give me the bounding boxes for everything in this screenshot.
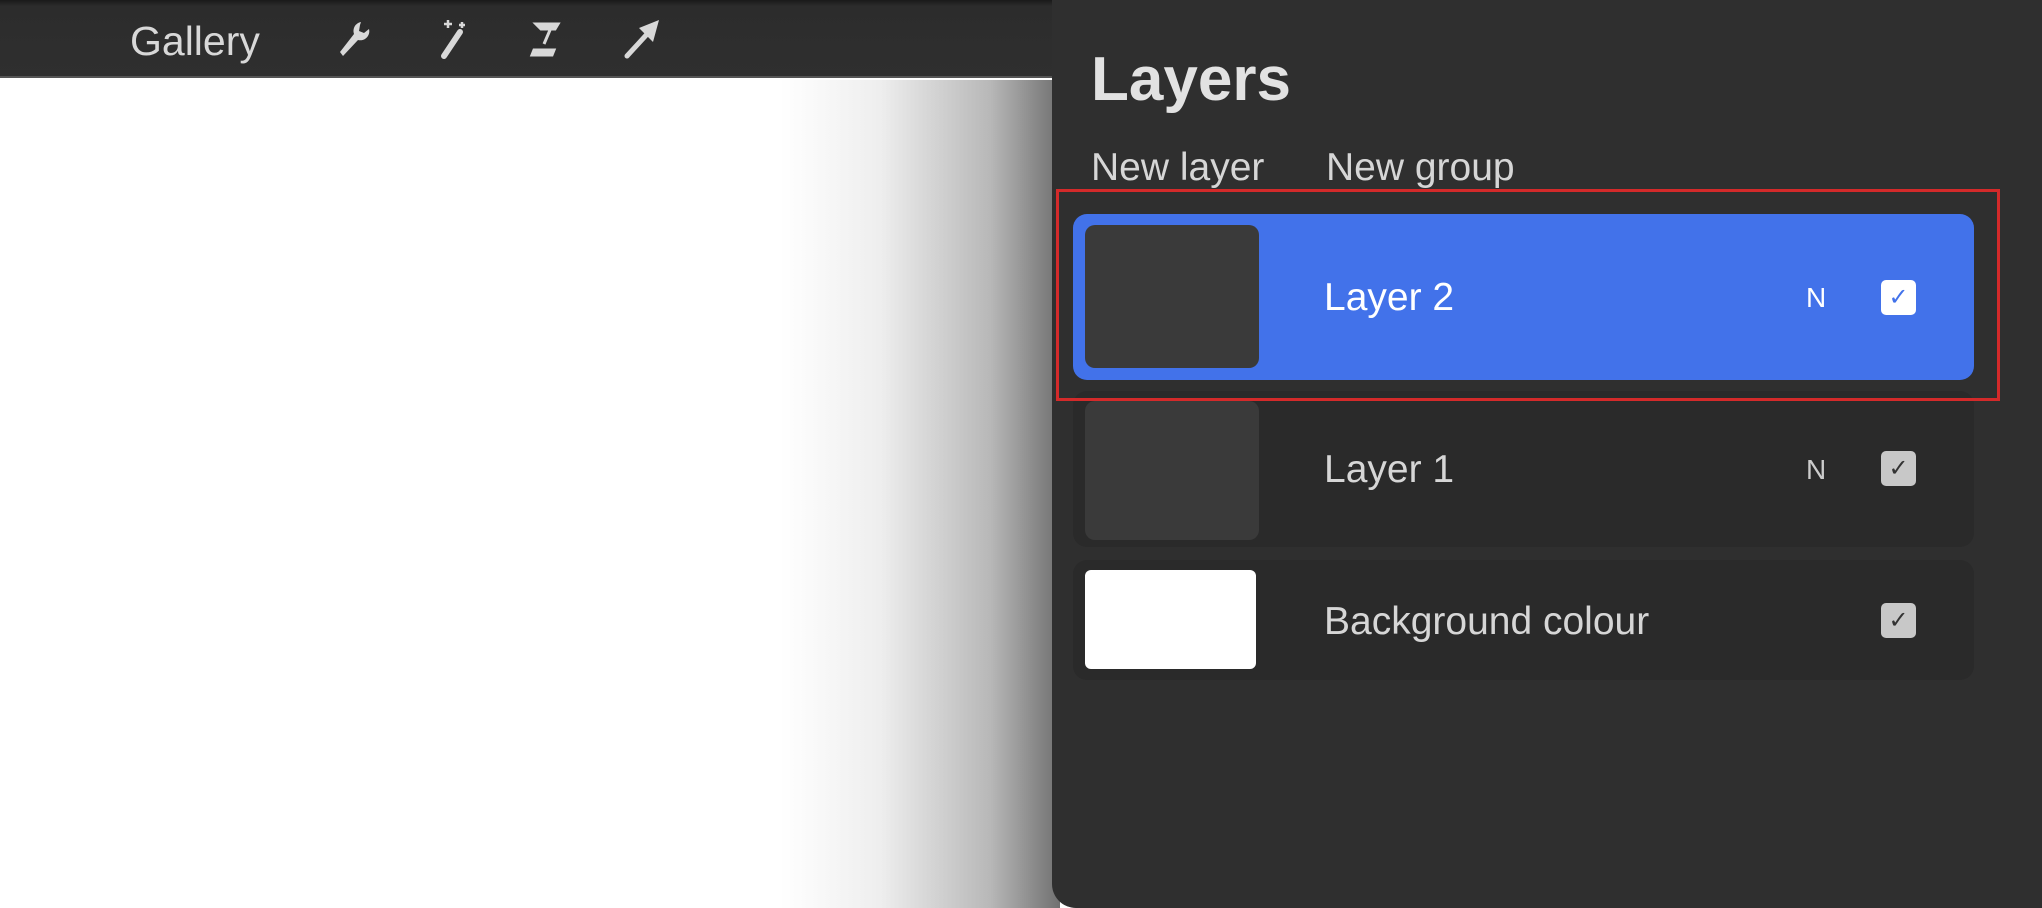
drawing-canvas[interactable] xyxy=(0,80,1060,908)
highlight-box xyxy=(1056,189,2000,401)
magic-wand-icon[interactable] xyxy=(430,16,476,62)
blend-mode-button[interactable]: N xyxy=(1806,454,1826,486)
layer-row-background[interactable]: Background colour ✓ xyxy=(1073,560,1974,680)
layer-row-layer-1[interactable]: Layer 1 N ✓ xyxy=(1073,391,1974,547)
new-layer-button[interactable]: New layer xyxy=(1091,146,1264,190)
layer-thumbnail[interactable] xyxy=(1085,401,1259,540)
panel-title: Layers xyxy=(1091,45,1291,114)
wrench-icon[interactable] xyxy=(331,16,377,62)
new-group-button[interactable]: New group xyxy=(1326,146,1515,190)
gallery-button[interactable]: Gallery xyxy=(130,18,260,65)
layer-name: Layer 1 xyxy=(1324,448,1455,491)
visibility-checkbox[interactable]: ✓ xyxy=(1881,451,1916,486)
layer-name: Background colour xyxy=(1324,600,1650,643)
transform-arrow-icon[interactable] xyxy=(619,16,665,62)
layers-panel: Layers New layer New group Layer 2 N ✓ L… xyxy=(1052,0,2042,908)
background-colour-swatch[interactable] xyxy=(1085,570,1256,669)
selection-icon[interactable] xyxy=(524,16,570,62)
visibility-checkbox[interactable]: ✓ xyxy=(1881,603,1916,638)
checkmark-icon: ✓ xyxy=(1888,455,1909,482)
checkmark-icon: ✓ xyxy=(1888,607,1909,634)
